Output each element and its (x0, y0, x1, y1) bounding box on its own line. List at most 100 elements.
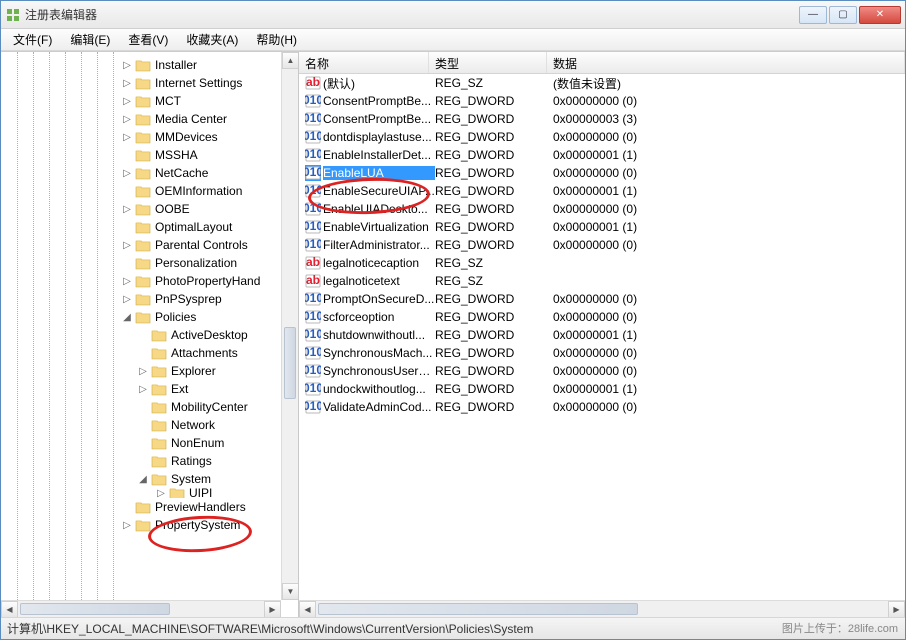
scroll-thumb-h[interactable] (318, 603, 638, 615)
list-row[interactable]: 010ConsentPromptBe...REG_DWORD0x00000000… (299, 92, 905, 110)
tree-item[interactable]: ▷Internet Settings (121, 74, 298, 92)
list-row[interactable]: 010undockwithoutlog...REG_DWORD0x0000000… (299, 380, 905, 398)
tree-item[interactable]: Personalization (121, 254, 298, 272)
expand-toggle-icon[interactable]: ▷ (121, 168, 133, 179)
list-row[interactable]: 010ValidateAdminCod...REG_DWORD0x0000000… (299, 398, 905, 416)
menu-edit[interactable]: 编辑(E) (62, 29, 118, 50)
tree-scroll[interactable]: ▷Installer▷Internet Settings▷MCT▷Media C… (1, 52, 298, 617)
tree-item[interactable]: ▷OOBE (121, 200, 298, 218)
scroll-down-button[interactable]: ▼ (282, 583, 299, 600)
close-button[interactable]: ✕ (859, 6, 901, 24)
expand-toggle-icon[interactable]: ▷ (137, 366, 149, 377)
tree-vertical-scrollbar[interactable]: ▲ ▼ (281, 52, 298, 600)
list-row[interactable]: 010EnableSecureUIAP...REG_DWORD0x0000000… (299, 182, 905, 200)
svg-text:ab: ab (306, 255, 320, 269)
list-row[interactable]: 010SynchronousUserG...REG_DWORD0x0000000… (299, 362, 905, 380)
list-row[interactable]: 010scforceoptionREG_DWORD0x00000000 (0) (299, 308, 905, 326)
list-row[interactable]: 010EnableLUAREG_DWORD0x00000000 (0) (299, 164, 905, 182)
column-name[interactable]: 名称 (299, 52, 429, 73)
list-row[interactable]: 010dontdisplaylastuse...REG_DWORD0x00000… (299, 128, 905, 146)
expand-toggle-icon[interactable]: ▷ (121, 60, 133, 71)
list-horizontal-scrollbar[interactable]: ◀ ▶ (299, 600, 905, 617)
tree-item[interactable]: ▷NetCache (121, 164, 298, 182)
list-row[interactable]: ab(默认)REG_SZ(数值未设置) (299, 74, 905, 92)
list-row[interactable]: ablegalnoticetextREG_SZ (299, 272, 905, 290)
tree-item[interactable]: ▷PhotoPropertyHand (121, 272, 298, 290)
tree-item[interactable]: ▷MCT (121, 92, 298, 110)
expand-toggle-icon[interactable]: ◢ (137, 474, 149, 485)
binary-value-icon: 010 (305, 111, 321, 127)
expand-toggle-icon[interactable]: ▷ (121, 276, 133, 287)
expand-toggle-icon[interactable]: ▷ (121, 114, 133, 125)
scroll-track-h[interactable] (316, 601, 888, 617)
expand-toggle-icon[interactable]: ▷ (121, 96, 133, 107)
list-row[interactable]: 010PromptOnSecureD...REG_DWORD0x00000000… (299, 290, 905, 308)
tree-item[interactable]: MobilityCenter (121, 398, 298, 416)
folder-icon (135, 94, 151, 108)
scroll-left-button[interactable]: ◀ (299, 601, 316, 617)
tree-item[interactable]: PreviewHandlers (121, 498, 298, 516)
menu-favorites[interactable]: 收藏夹(A) (178, 29, 246, 50)
value-type: REG_DWORD (435, 220, 553, 234)
scroll-left-button[interactable]: ◀ (1, 601, 18, 617)
menu-file[interactable]: 文件(F) (5, 29, 60, 50)
scroll-right-button[interactable]: ▶ (264, 601, 281, 617)
column-type[interactable]: 类型 (429, 52, 547, 73)
tree-item[interactable]: Attachments (121, 344, 298, 362)
expand-toggle-icon[interactable]: ▷ (121, 520, 133, 531)
expand-toggle-icon[interactable]: ▷ (121, 240, 133, 251)
expand-toggle-icon[interactable]: ◢ (121, 312, 133, 323)
tree-item[interactable]: ◢Policies (121, 308, 298, 326)
scroll-track-h[interactable] (18, 601, 264, 617)
tree-item[interactable]: Ratings (121, 452, 298, 470)
binary-value-icon: 010 (305, 165, 321, 181)
tree-item[interactable]: MSSHA (121, 146, 298, 164)
tree-item[interactable]: NonEnum (121, 434, 298, 452)
scroll-right-button[interactable]: ▶ (888, 601, 905, 617)
tree-item[interactable]: ▷Media Center (121, 110, 298, 128)
tree-horizontal-scrollbar[interactable]: ◀ ▶ (1, 600, 281, 617)
folder-icon (151, 382, 167, 396)
expand-toggle-icon[interactable]: ▷ (137, 384, 149, 395)
column-data[interactable]: 数据 (547, 52, 905, 73)
tree-item[interactable]: ▷Ext (121, 380, 298, 398)
tree-item[interactable]: Network (121, 416, 298, 434)
tree-item[interactable]: ActiveDesktop (121, 326, 298, 344)
svg-text:010: 010 (305, 129, 321, 143)
menu-help[interactable]: 帮助(H) (248, 29, 305, 50)
tree-item[interactable]: ▷PropertySystem (121, 516, 298, 534)
scroll-thumb[interactable] (284, 327, 296, 399)
expand-toggle-icon[interactable]: ▷ (121, 294, 133, 305)
list-row[interactable]: 010EnableInstallerDet...REG_DWORD0x00000… (299, 146, 905, 164)
expand-toggle-icon[interactable]: ▷ (121, 132, 133, 143)
titlebar[interactable]: 注册表编辑器 — ▢ ✕ (1, 1, 905, 29)
list-row[interactable]: ablegalnoticecaptionREG_SZ (299, 254, 905, 272)
list-row[interactable]: 010FilterAdministrator...REG_DWORD0x0000… (299, 236, 905, 254)
expand-toggle-icon[interactable]: ▷ (155, 488, 167, 498)
minimize-button[interactable]: — (799, 6, 827, 24)
tree-item[interactable]: ▷MMDevices (121, 128, 298, 146)
expand-toggle-icon[interactable]: ▷ (121, 78, 133, 89)
list-row[interactable]: 010SynchronousMach...REG_DWORD0x00000000… (299, 344, 905, 362)
tree-item[interactable]: ◢System (121, 470, 298, 488)
scroll-up-button[interactable]: ▲ (282, 52, 299, 69)
tree-item[interactable]: ▷ UIPI (121, 488, 298, 498)
list-body[interactable]: ab(默认)REG_SZ(数值未设置)010ConsentPromptBe...… (299, 74, 905, 617)
tree-item[interactable]: ▷PnPSysprep (121, 290, 298, 308)
tree-item-label: UIPI (187, 488, 214, 498)
scroll-track[interactable] (282, 69, 298, 583)
list-row[interactable]: 010ConsentPromptBe...REG_DWORD0x00000003… (299, 110, 905, 128)
list-row[interactable]: 010EnableUIADeskto...REG_DWORD0x00000000… (299, 200, 905, 218)
scroll-thumb-h[interactable] (20, 603, 170, 615)
expand-toggle-icon[interactable]: ▷ (121, 204, 133, 215)
list-row[interactable]: 010shutdownwithoutl...REG_DWORD0x0000000… (299, 326, 905, 344)
tree-item[interactable]: ▷Parental Controls (121, 236, 298, 254)
tree-item-label: NonEnum (169, 436, 226, 450)
tree-item[interactable]: ▷Installer (121, 56, 298, 74)
maximize-button[interactable]: ▢ (829, 6, 857, 24)
tree-item[interactable]: OEMInformation (121, 182, 298, 200)
menu-view[interactable]: 查看(V) (120, 29, 176, 50)
tree-item[interactable]: OptimalLayout (121, 218, 298, 236)
tree-item[interactable]: ▷Explorer (121, 362, 298, 380)
list-row[interactable]: 010EnableVirtualizationREG_DWORD0x000000… (299, 218, 905, 236)
